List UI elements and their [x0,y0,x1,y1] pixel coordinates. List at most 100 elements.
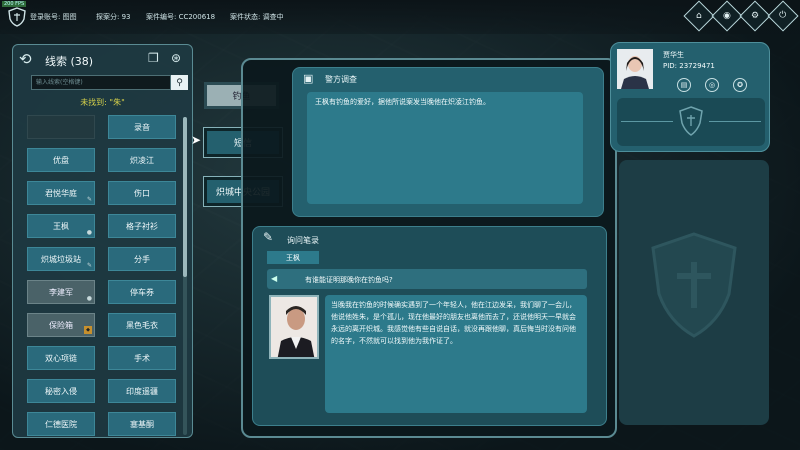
detective-profile-card: 贾华生 PID: 23729471 ▤ ◎ ✪ [610,42,770,152]
profile-divider-right [709,121,761,122]
clue-item-label: 炽城垃圾站 [41,254,81,264]
police-investigation-card: ▣ 警方调查 王枫有钓鱼的爱好，据他所说案发当晚他在炽凌江钓鱼。 [292,67,604,217]
clue-item[interactable]: 仁德医院 [27,412,95,436]
detective-pid: PID: 23729471 [663,62,715,70]
clue-item-label: 君悦华庭 [45,188,77,198]
clue-panel: ⟲ 线索 (38) ❐ ⊛ ⚲ 未找到: "朱" 录音优盘 炽凌江君悦华庭 ✎ 伤口王… [12,44,193,438]
archive-button[interactable]: ▤ [677,78,691,92]
clue-item-label: 手术 [134,353,150,363]
archive-icon: ▤ [680,81,688,89]
clue-item-label: 炽凌江 [130,155,154,165]
clue-item[interactable]: 塞基酮 [108,412,176,436]
fingerprint-icon: ◎ [708,81,716,89]
clue-grid: 录音优盘 炽凌江君悦华庭 ✎ 伤口王枫 ● 格子衬衫炽城垃圾站 ✎ 分手李建军 ● 停车券保险箱 ◆… [27,115,177,437]
clue-item[interactable]: 录音 [108,115,176,139]
badge-button[interactable]: ✪ [733,78,747,92]
status-dot-icon: ● [86,295,92,302]
clue-item-label: 伤口 [134,188,150,198]
clue-item-label: 印度遥疆 [126,386,158,396]
police-shield-icon [679,106,703,136]
clue-item-label: 保险箱 [49,320,73,330]
clue-item[interactable]: 秘密入侵 [27,379,95,403]
clue-item[interactable]: 保险箱 ◆ [27,313,95,337]
clue-item[interactable]: 李建军 ● [27,280,95,304]
search-not-found-message: 未找到: "朱" [80,98,125,107]
target-icon[interactable]: ⊛ [171,51,181,65]
detective-avatar-image [617,49,653,89]
edit-mark-icon: ✎ [86,262,92,269]
clue-item[interactable]: 分手 [108,247,176,271]
clue-item[interactable]: 优盘 [27,148,95,172]
fingerprint-button[interactable]: ◎ [705,78,719,92]
chat-bubble-icon: ▣ [303,72,314,85]
profile-emblem-strip [617,98,765,146]
question-text: 有谁能证明那晚你在钓鱼吗? [305,276,393,284]
speech-bubble-icon: ✎ [263,230,274,244]
clue-item-label: 停车券 [130,287,154,297]
home-button[interactable]: ⌂ [683,0,715,32]
detective-avatar [617,49,653,89]
profile-divider-left [621,121,673,122]
clue-item-label: 仁德医院 [45,419,77,429]
suspect-portrait [269,295,319,359]
large-police-shield-icon [651,232,737,338]
clue-search-button[interactable]: ⚲ [171,75,188,90]
status-dot-icon: ● [86,229,92,236]
clue-item[interactable]: 伤口 [108,181,176,205]
clue-item-label: 王枫 [53,221,69,231]
lock-badge-icon: ◆ [84,326,92,334]
inquiry-record-card: ✎ 询问笔录 王枫 ◀ 有谁能证明那晚你在钓鱼吗? 当晚我在钓鱼的时候确实遇到了… [252,226,607,426]
clue-item[interactable]: 炽凌江 [108,148,176,172]
login-account: 登录账号: 图图 [30,13,77,21]
clue-search-input[interactable] [31,75,171,90]
clue-item[interactable]: 黑色毛衣 [108,313,176,337]
clue-item[interactable]: 炽城垃圾站 ✎ [27,247,95,271]
clue-item-label: 录音 [134,122,150,132]
clue-item[interactable]: 手术 [108,346,176,370]
clue-item-label: 格子衬衫 [126,221,158,231]
suspect-name-tab[interactable]: 王枫 [267,251,319,264]
edit-mark-icon: ✎ [86,196,92,203]
police-investigation-text: 王枫有钓鱼的爱好，据他所说案发当晚他在炽凌江钓鱼。 [307,92,583,204]
police-shield-logo-icon [8,7,26,27]
clue-item-label: 李建军 [49,287,73,297]
clue-scroll-thumb[interactable] [183,117,187,277]
clue-item-label: 黑色毛衣 [126,320,158,330]
inquiry-record-title: 询问笔录 [287,236,319,245]
clue-scrollbar[interactable] [183,117,187,435]
settings-icon: ⚙ [750,10,760,21]
clue-item[interactable]: 格子衬衫 [108,214,176,238]
case-score: 探案分: 93 [96,13,131,21]
question-bar: ◀ 有谁能证明那晚你在钓鱼吗? [267,269,587,289]
home-icon: ⌂ [696,11,702,21]
clue-item-label: 分手 [134,254,150,264]
detective-name: 贾华生 [663,51,684,59]
power-icon: ⏻ [779,11,787,21]
clue-panel-header: ⟲ 线索 (38) ❐ ⊛ [13,45,192,73]
clue-item[interactable]: 双心项链 [27,346,95,370]
eye-icon: ◉ [723,10,731,21]
power-button[interactable]: ⏻ [767,0,799,32]
clue-item-label: 优盘 [53,155,69,165]
search-icon: ⚲ [176,77,183,88]
clue-item[interactable]: 君悦华庭 ✎ [27,181,95,205]
right-emblem-panel [619,160,769,425]
answer-text: 当晚我在钓鱼的时候确实遇到了一个年轻人，他在江边发呆，我们聊了一会儿，他说他姓朱… [325,295,587,413]
clue-panel-title: 线索 (38) [45,55,94,68]
suspect-portrait-image [271,297,317,357]
badge-icon: ✪ [737,81,743,89]
view-button[interactable]: ◉ [711,0,743,32]
settings-button[interactable]: ⚙ [739,0,771,32]
police-investigation-title: 警方调查 [325,75,357,84]
clue-item[interactable]: 印度遥疆 [108,379,176,403]
clue-item[interactable]: 王枫 ● [27,214,95,238]
clue-item[interactable] [27,115,95,139]
clue-item[interactable]: 停车券 [108,280,176,304]
case-status: 案件状态: 调查中 [230,13,284,21]
clue-sort-icon[interactable]: ⟲ [19,50,32,68]
copy-icon[interactable]: ❐ [148,51,159,65]
clue-item-label: 塞基酮 [130,419,154,429]
top-bar: 200 FPS 登录账号: 图图 探案分: 93 案件编号: CC200618 … [0,0,800,34]
clue-item-label: 双心项链 [45,353,77,363]
case-number: 案件编号: CC200618 [146,13,216,21]
